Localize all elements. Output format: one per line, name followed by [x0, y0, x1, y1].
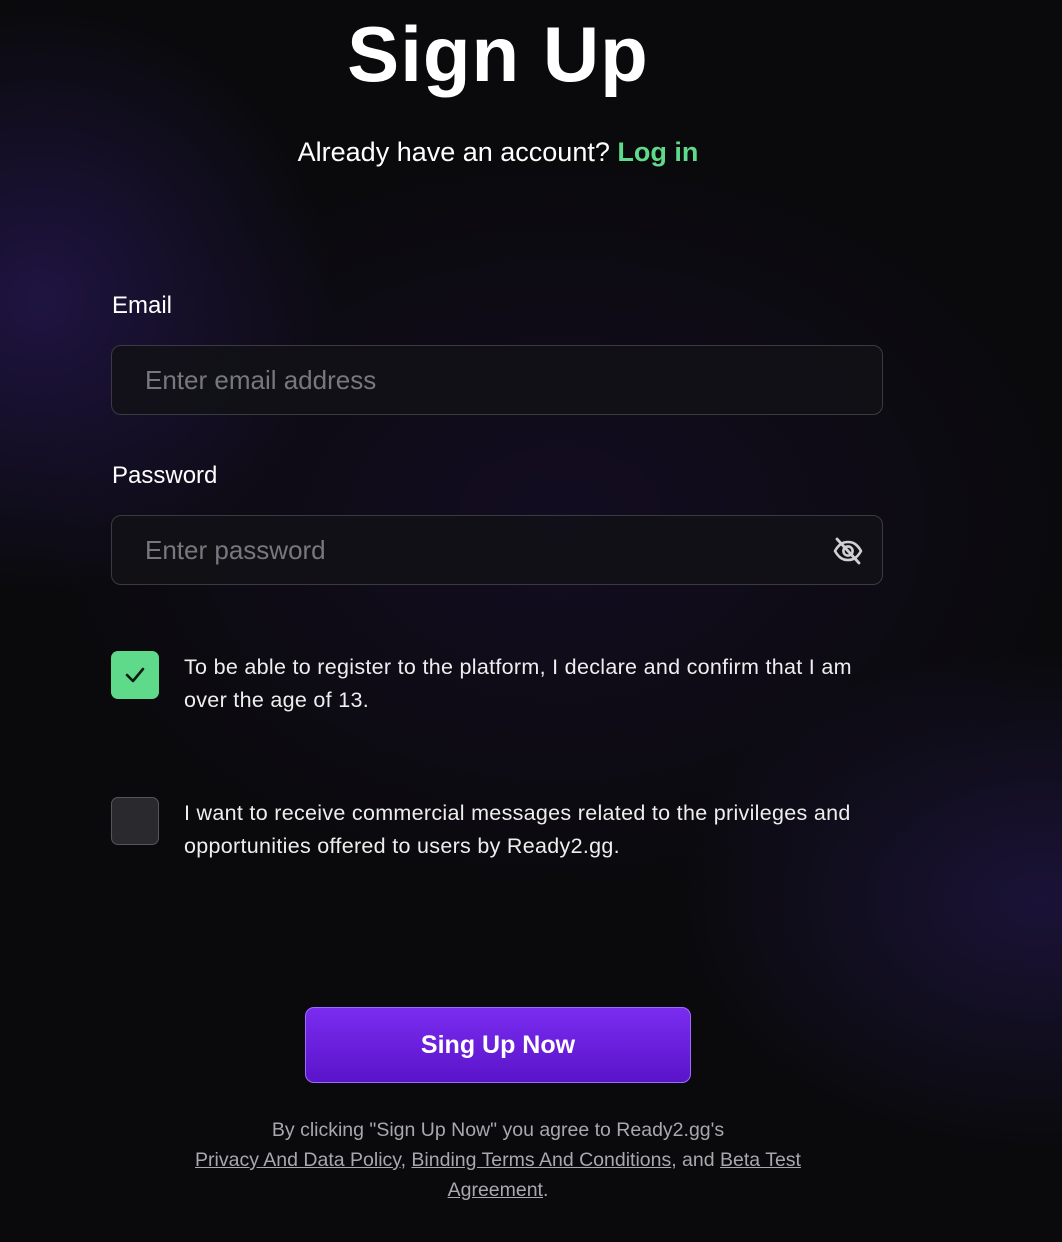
- legal-suffix: .: [542, 1179, 549, 1201]
- password-field-container[interactable]: [111, 515, 883, 585]
- login-link[interactable]: Log in: [617, 137, 698, 167]
- privacy-policy-link[interactable]: Privacy And Data Policy: [195, 1149, 401, 1171]
- legal-separator-1: ,: [400, 1149, 406, 1171]
- email-field[interactable]: [145, 346, 805, 414]
- login-prompt-text: Already have an account?: [297, 137, 610, 167]
- page-title: Sign Up: [347, 10, 649, 98]
- age-consent-text: To be able to register to the platform, …: [184, 655, 852, 712]
- password-field[interactable]: [145, 516, 805, 584]
- password-label: Password: [112, 462, 218, 489]
- checkmark-icon: [125, 667, 145, 683]
- eye-slash-icon[interactable]: [832, 536, 864, 566]
- marketing-consent-checkbox[interactable]: [111, 797, 159, 845]
- legal-separator-2: , and: [671, 1149, 715, 1171]
- email-field-container[interactable]: [111, 345, 883, 415]
- sign-up-button[interactable]: Sing Up Now: [305, 1007, 691, 1083]
- age-consent-checkbox[interactable]: [111, 651, 159, 699]
- login-prompt-row: Already have an account? Log in: [0, 134, 996, 170]
- terms-link[interactable]: Binding Terms And Conditions: [411, 1149, 671, 1171]
- legal-prefix: By clicking "Sign Up Now" you agree to R…: [271, 1119, 725, 1141]
- marketing-consent-text: I want to receive commercial messages re…: [184, 801, 851, 858]
- email-label: Email: [112, 292, 173, 319]
- legal-notice: By clicking "Sign Up Now" you agree to R…: [150, 1115, 846, 1205]
